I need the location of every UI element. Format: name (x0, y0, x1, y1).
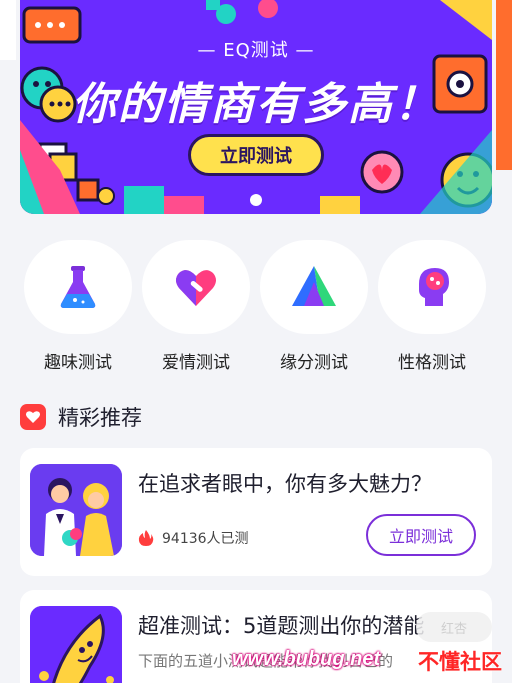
watermark-brand: 不懂社区 (418, 650, 502, 674)
watermark-url: www.bubug.net (232, 648, 381, 670)
category-icon-bg (142, 240, 250, 334)
top-left-corner (0, 0, 16, 60)
faint-watermark: 红杏 (416, 612, 492, 642)
heart-badge-icon (20, 404, 46, 430)
category-label: 缘分测试 (280, 353, 348, 373)
flask-icon (60, 266, 96, 308)
banner-start-test-button[interactable]: 立即测试 (188, 134, 324, 176)
category-label: 趣味测试 (44, 353, 112, 373)
card-title: 超准测试：5道题测出你的潜能 (138, 614, 425, 638)
category-personality-test[interactable]: 性格测试 (378, 240, 486, 380)
banana-illustration (30, 606, 122, 683)
couple-illustration (30, 464, 122, 556)
banner-subtitle: — EQ测试 — (197, 40, 315, 61)
category-row: 趣味测试 爱情测试 缘分测试 性格测试 (24, 240, 488, 380)
eq-test-banner[interactable]: — EQ测试 — 你的情商有多高！ 立即测试 (20, 0, 492, 214)
recommend-section-header: 精彩推荐 (20, 402, 142, 432)
start-test-button[interactable]: 立即测试 (366, 514, 476, 556)
triangle-icon (292, 266, 336, 306)
category-label: 性格测试 (398, 353, 466, 373)
right-decor-strip (496, 0, 512, 170)
category-fun-test[interactable]: 趣味测试 (24, 240, 132, 380)
section-title: 精彩推荐 (58, 406, 142, 430)
flame-icon (138, 530, 154, 546)
heart-icon (176, 270, 216, 306)
tested-count: 94136人已测 (138, 528, 249, 548)
test-card[interactable]: 在追求者眼中，你有多大魅力？ 94136人已测 立即测试 (20, 448, 492, 576)
category-fate-test[interactable]: 缘分测试 (260, 240, 368, 380)
head-brain-icon (419, 268, 449, 306)
tested-count-text: 94136人已测 (162, 531, 249, 547)
category-icon-bg (260, 240, 368, 334)
category-icon-bg (24, 240, 132, 334)
category-love-test[interactable]: 爱情测试 (142, 240, 250, 380)
banner-title: 你的情商有多高！ (72, 79, 440, 130)
card-title: 在追求者眼中，你有多大魅力？ (138, 472, 432, 496)
category-label: 爱情测试 (162, 353, 230, 373)
category-icon-bg (378, 240, 486, 334)
